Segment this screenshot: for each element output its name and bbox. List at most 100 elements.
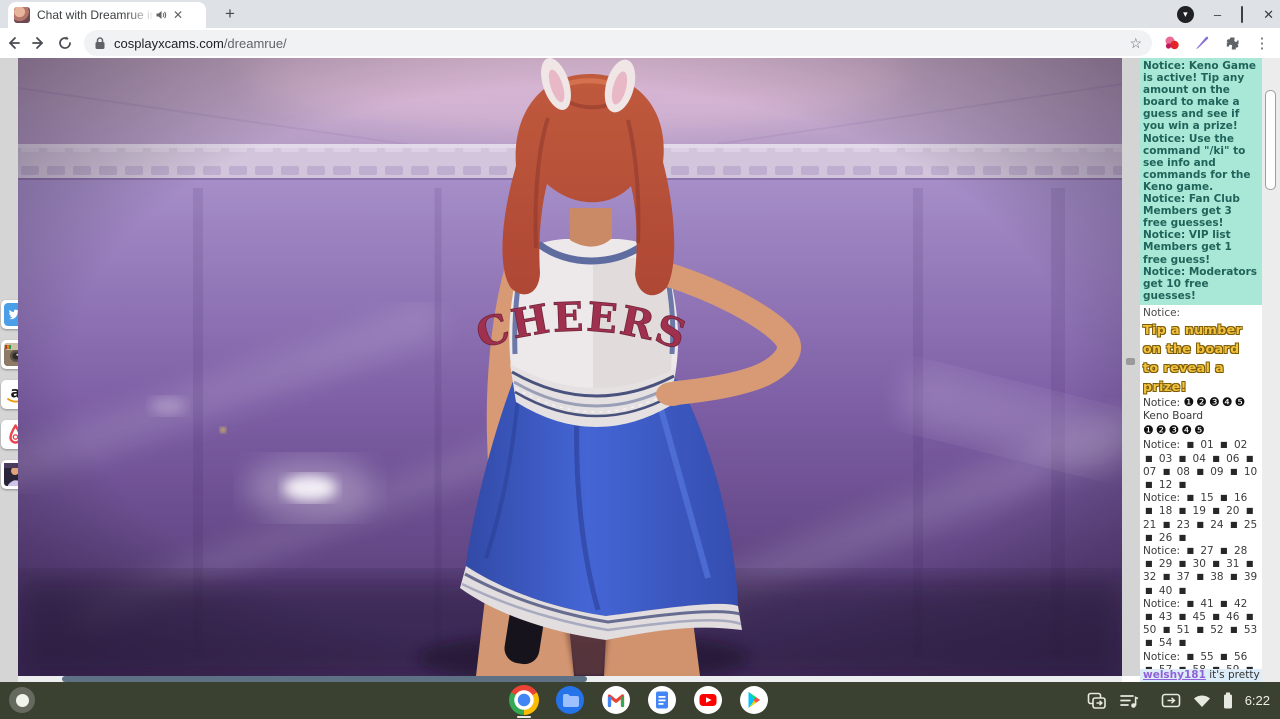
browser-tab[interactable]: Chat with Dreamrue in a Live ✕ xyxy=(8,2,206,28)
keno-notice-block: Notice: Keno Game is active! Tip any amo… xyxy=(1140,58,1262,305)
active-app-indicator xyxy=(517,716,531,718)
new-tab-button[interactable]: + xyxy=(218,5,242,24)
board-square-icon: ■ xyxy=(1220,598,1228,608)
board-square-icon: ■ xyxy=(1196,519,1204,529)
chat-messages: Notice: Tip a number on the board to rev… xyxy=(1140,305,1262,682)
browser-menu-button[interactable]: ⋮ xyxy=(1250,30,1274,56)
board-square-icon: ■ xyxy=(1220,546,1228,555)
tab-close-icon[interactable]: ✕ xyxy=(173,8,183,22)
board-square-icon: ■ xyxy=(1178,506,1187,516)
launcher-button[interactable] xyxy=(9,687,35,713)
board-square-icon: ■ xyxy=(1196,572,1204,582)
omnibox[interactable]: cosplayxcams.com/dreamrue/ ☆ xyxy=(84,30,1152,56)
close-window-button[interactable]: ✕ xyxy=(1263,8,1274,21)
scrollbar-grip[interactable] xyxy=(1126,358,1135,365)
keno-board-line: Notice: ■ 01 ■ 02 ■ 03 ■ 04 ■ 06 ■ 07 ■ … xyxy=(1143,439,1258,491)
window-controls: ▾ – ✕ xyxy=(1176,0,1274,28)
board-square-icon: ■ xyxy=(1178,479,1187,489)
page-content: a CHEERS Notice: Keno Game is active! Ti… xyxy=(0,58,1280,682)
bookmark-star-icon[interactable]: ☆ xyxy=(1129,35,1142,52)
board-square-icon: ■ xyxy=(1178,453,1187,463)
board-square-icon: ■ xyxy=(1220,651,1228,661)
back-icon xyxy=(9,37,20,49)
board-square-icon: ■ xyxy=(1186,440,1194,450)
battery-icon[interactable] xyxy=(1223,692,1233,709)
notice-label: Notice: xyxy=(1143,306,1181,319)
reload-icon xyxy=(59,36,71,49)
media-playlist-icon[interactable] xyxy=(1119,693,1139,709)
keno-notice-line: Notice: Use the command "/ki" to see inf… xyxy=(1143,132,1251,193)
browser-toolbar: cosplayxcams.com/dreamrue/ ☆ ⋮ xyxy=(0,28,1280,58)
keno-circle-line: Notice: ❶❷❸❹❺ xyxy=(1143,394,1248,409)
chat-scrollbar[interactable] xyxy=(1262,58,1280,682)
chrome-app-icon[interactable] xyxy=(508,684,540,718)
files-app-icon[interactable] xyxy=(554,684,586,716)
board-square-icon: ■ xyxy=(1212,612,1220,622)
tab-favicon-icon xyxy=(14,7,30,23)
board-square-icon: ■ xyxy=(1229,466,1238,476)
window-menu-button[interactable]: ▾ xyxy=(1176,5,1194,23)
board-square-icon: ■ xyxy=(1229,572,1238,582)
url-text: cosplayxcams.com/dreamrue/ xyxy=(114,36,287,51)
board-square-icon: ■ xyxy=(1245,612,1254,622)
board-square-icon: ■ xyxy=(1245,559,1254,569)
keno-notice-line: Notice: VIP list Members get 1 free gues… xyxy=(1143,229,1232,266)
chat-message-text: it's pretty xyxy=(1209,669,1260,681)
board-square-icon: ■ xyxy=(1145,559,1153,569)
shelf-apps xyxy=(508,684,770,718)
forward-icon xyxy=(32,37,43,49)
screen: Chat with Dreamrue in a Live ✕ + ▾ – ✕ xyxy=(0,0,1280,719)
board-square-icon: ■ xyxy=(1186,598,1194,608)
board-square-icon: ■ xyxy=(1196,625,1204,635)
board-square-icon: ■ xyxy=(1196,466,1204,476)
keno-circle-line: Keno Board ❶❷❸❹❺ xyxy=(1143,410,1207,437)
window-icon[interactable] xyxy=(1161,693,1181,708)
system-tray[interactable]: 6:22 xyxy=(1087,682,1276,719)
tab-audio-icon[interactable] xyxy=(155,9,167,21)
wifi-icon[interactable] xyxy=(1193,694,1211,708)
extension-pen-icon[interactable] xyxy=(1190,30,1214,56)
reload-button[interactable] xyxy=(52,30,78,56)
page-vertical-scrollbar[interactable] xyxy=(1122,58,1140,676)
extension-adblock-icon[interactable] xyxy=(1160,30,1184,56)
keno-board-line: Notice: ■ 27 ■ 28 ■ 29 ■ 30 ■ 31 ■ 32 ■ … xyxy=(1143,545,1258,597)
screen-mirror-icon[interactable] xyxy=(1087,692,1107,710)
docs-app-icon[interactable] xyxy=(646,684,678,716)
keno-board-line: Notice: ■ 41 ■ 42 ■ 43 ■ 45 ■ 46 ■ 50 ■ … xyxy=(1143,597,1258,650)
chat-scroll-thumb[interactable] xyxy=(1265,90,1276,190)
board-square-icon: ■ xyxy=(1212,559,1220,569)
board-square-icon: ■ xyxy=(1145,612,1153,622)
lock-icon xyxy=(95,37,105,49)
play-store-app-icon[interactable] xyxy=(738,684,770,716)
youtube-app-icon[interactable] xyxy=(692,684,724,716)
webcam-video[interactable]: CHEERS xyxy=(18,58,1122,676)
board-square-icon: ■ xyxy=(1178,532,1187,542)
board-square-icon: ■ xyxy=(1220,440,1228,450)
board-square-icon: ■ xyxy=(1245,506,1254,516)
board-square-icon: ■ xyxy=(1145,479,1153,489)
keno-circle-lines: Notice: ❶❷❸❹❺ Keno Board ❶❷❸❹❺ xyxy=(1143,394,1259,439)
keno-notice-line: Notice: Fan Club Members get 3 free gues… xyxy=(1143,193,1240,230)
tab-strip: Chat with Dreamrue in a Live ✕ + ▾ – ✕ xyxy=(0,0,1280,28)
chat-last-message: welshy181 it's pretty xyxy=(1140,669,1262,682)
keno-notice-line: Notice: Moderators get 10 free guesses! xyxy=(1143,265,1258,302)
restore-icon xyxy=(1241,5,1244,23)
url-domain: cosplayxcams.com xyxy=(114,35,224,51)
chevron-down-icon: ▾ xyxy=(1183,8,1188,19)
clock[interactable]: 6:22 xyxy=(1245,693,1270,708)
forward-button[interactable] xyxy=(26,30,52,56)
back-button[interactable] xyxy=(0,30,26,56)
board-square-icon: ■ xyxy=(1178,612,1187,622)
gmail-app-icon[interactable] xyxy=(600,684,632,716)
board-square-icon: ■ xyxy=(1186,546,1194,555)
extensions-puzzle-icon[interactable] xyxy=(1220,30,1244,56)
board-square-icon: ■ xyxy=(1162,625,1171,635)
board-square-icon: ■ xyxy=(1162,466,1171,476)
minimize-button[interactable]: – xyxy=(1214,8,1221,21)
board-square-icon: ■ xyxy=(1145,585,1153,595)
restore-button[interactable] xyxy=(1241,5,1244,23)
board-square-icon: ■ xyxy=(1145,506,1153,516)
board-square-icon: ■ xyxy=(1245,453,1254,463)
chat-username[interactable]: welshy181 xyxy=(1143,669,1206,681)
board-square-icon: ■ xyxy=(1162,572,1171,582)
